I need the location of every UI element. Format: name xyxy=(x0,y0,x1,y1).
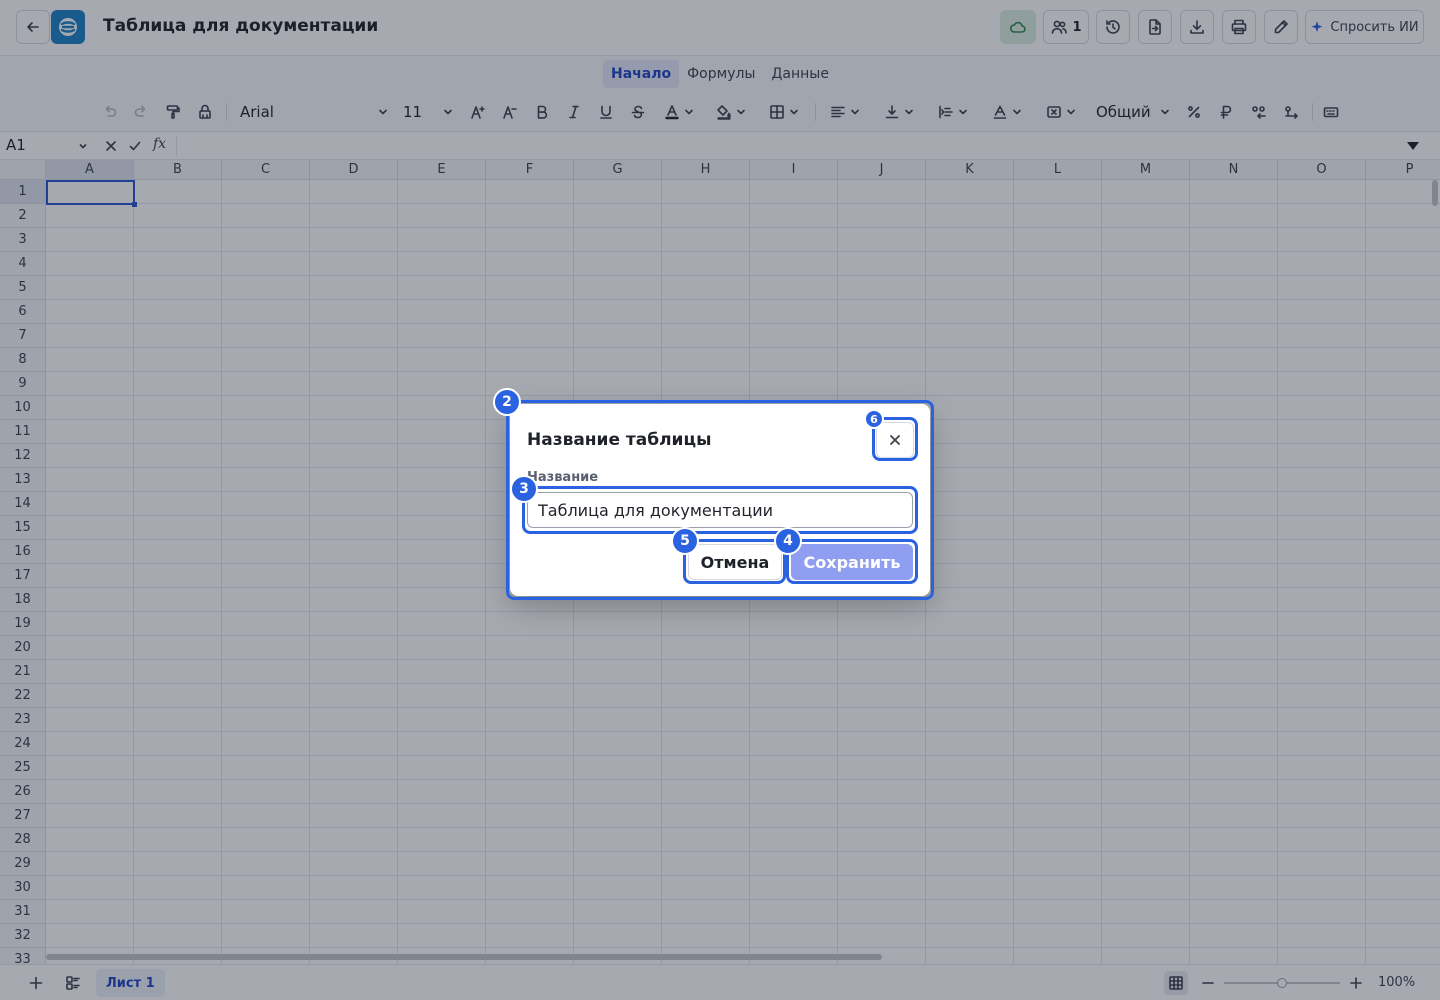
close-button[interactable] xyxy=(876,422,914,458)
save-button[interactable]: Сохранить xyxy=(791,544,913,580)
cancel-button[interactable]: Отмена xyxy=(688,544,782,580)
rename-dialog: Название таблицы Название Отмена Сохрани… xyxy=(510,404,930,596)
name-input[interactable] xyxy=(527,492,913,528)
annotation-badge-cancel: 5 xyxy=(671,527,699,555)
annotation-badge-save: 4 xyxy=(774,527,802,555)
close-icon xyxy=(890,435,900,445)
name-field-label: Название xyxy=(527,470,599,485)
annotation-badge-name-input: 3 xyxy=(510,475,538,503)
dialog-title: Название таблицы xyxy=(527,430,712,450)
annotation-badge-close: 6 xyxy=(864,409,884,429)
annotation-badge-dialog: 2 xyxy=(493,388,521,416)
